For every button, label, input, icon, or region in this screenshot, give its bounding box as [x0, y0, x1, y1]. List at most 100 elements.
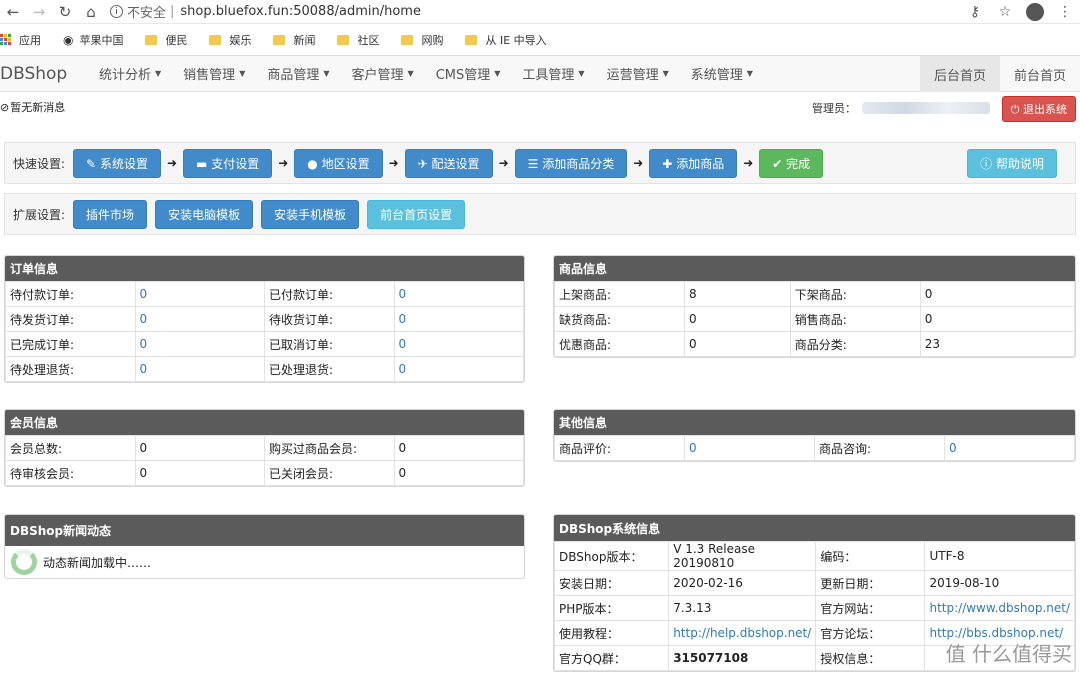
arrow-right-icon: ➜ — [498, 156, 509, 170]
cell-label: 已处理退货: — [264, 356, 395, 382]
cell-value: 8 — [684, 281, 791, 307]
cell-value-link[interactable]: 0 — [134, 281, 265, 307]
bookmark-folder[interactable]: 社区 — [337, 32, 379, 48]
bookmark-folder[interactable]: 网购 — [401, 32, 443, 48]
forward-icon[interactable]: → — [26, 3, 52, 21]
menu-cms[interactable]: CMS管理 ▼ — [425, 64, 512, 83]
menu-goods[interactable]: 商品管理 ▼ — [256, 64, 340, 83]
menu-label: 运营管理 — [606, 68, 659, 83]
cell-label: PHP版本： — [553, 595, 670, 621]
bookmark-folder[interactable]: 娱乐 — [209, 32, 251, 48]
cell-value-link[interactable]: 0 — [134, 356, 265, 382]
cell-value: 0 — [684, 306, 791, 332]
list-icon: ☰ — [527, 156, 539, 171]
cell-label: 更新日期： — [815, 570, 926, 596]
menu-sales[interactable]: 销售管理 ▼ — [172, 64, 256, 83]
cell-value-link[interactable]: 0 — [684, 435, 815, 461]
back-icon[interactable]: ← — [0, 3, 26, 21]
menu-operations[interactable]: 运营管理 ▼ — [596, 64, 680, 83]
cell-label: 已取消订单: — [264, 331, 395, 357]
arrow-right-icon: ➜ — [278, 156, 289, 170]
help-button[interactable]: ⓘ 帮助说明 — [967, 148, 1057, 178]
shipping-settings-button[interactable]: ✈ 配送设置 — [404, 148, 493, 178]
menu-icon[interactable]: ⋮ — [1050, 4, 1080, 20]
cell-value-link[interactable]: 0 — [944, 435, 1075, 461]
bookmark-label: 苹果中国 — [79, 33, 124, 47]
done-button[interactable]: ✔ 完成 — [759, 148, 824, 178]
tab-front-home[interactable]: 前台首页 — [1000, 56, 1080, 92]
cell-label: 官方论坛： — [815, 620, 926, 646]
tab-admin-home[interactable]: 后台首页 — [919, 56, 1000, 92]
menu-label: 系统管理 — [690, 68, 743, 83]
loading-spinner-icon — [11, 549, 37, 575]
bookmark-folder[interactable]: 新闻 — [273, 32, 315, 48]
cell-label: 待收货订单: — [264, 306, 395, 332]
table-row: PHP版本： 7.3.13 官方网站： http://www.dbshop.net/ — [553, 595, 1075, 621]
system-settings-button[interactable]: ✎ 系统设置 — [73, 148, 161, 178]
install-pc-template-button[interactable]: 安装电脑模板 — [155, 199, 254, 229]
reload-icon[interactable]: ↻ — [52, 3, 78, 21]
info-circle-icon: ⓘ — [980, 156, 993, 171]
bookmark-folder[interactable]: 从 IE 中导入 — [465, 32, 547, 48]
cell-value-link[interactable]: 0 — [134, 306, 265, 332]
cell-label: 商品评价: — [554, 435, 685, 461]
menu-tools[interactable]: 工具管理 ▼ — [511, 64, 595, 83]
arrow-right-icon: ➜ — [166, 156, 178, 170]
cell-value: 2020-02-16 — [668, 570, 817, 596]
add-category-button[interactable]: ☰ 添加商品分类 — [514, 148, 628, 178]
cell-value: 0 — [393, 435, 524, 461]
members-table: 会员总数: 0 购买过商品会员: 0 待审核会员: 0 已关闭会员: 0 — [5, 435, 524, 486]
bookmark-apps[interactable]: 应用 — [0, 32, 41, 48]
profile-icon[interactable] — [1026, 2, 1044, 21]
bookmark-label: 娱乐 — [229, 33, 252, 47]
home-icon[interactable]: ⌂ — [78, 3, 104, 21]
brand-logo[interactable]: DBShop — [0, 64, 88, 84]
table-row: 商品评价: 0 商品咨询: 0 — [554, 435, 1075, 461]
address-bar[interactable]: i 不安全 | shop.bluefox.fun:50088/admin/hom… — [110, 1, 960, 23]
folder-icon — [273, 34, 286, 45]
cell-value-link[interactable]: 0 — [134, 331, 265, 357]
info-icon[interactable]: i — [110, 5, 123, 18]
insecure-label: 不安全 — [127, 6, 167, 21]
menu-label: 客户管理 — [351, 68, 404, 83]
region-settings-button[interactable]: ● 地区设置 — [294, 148, 383, 178]
plugin-market-button[interactable]: 插件市场 — [73, 199, 148, 229]
menu-system[interactable]: 系统管理 ▼ — [680, 64, 764, 83]
ban-icon: ⊘ — [0, 100, 10, 114]
key-icon[interactable]: ⚷ — [960, 4, 990, 20]
main-menu: 统计分析 ▼ 销售管理 ▼ 商品管理 ▼ 客户管理 ▼ CMS管理 ▼ 工具管理 ▼ 运营管… — [88, 64, 764, 83]
menu-stats[interactable]: 统计分析 ▼ — [88, 64, 172, 83]
bookmark-folder[interactable]: 便民 — [145, 32, 187, 48]
cell-value: 7.3.13 — [668, 595, 817, 621]
bookmark-label: 应用 — [19, 33, 41, 47]
cell-value-link[interactable]: 0 — [393, 356, 524, 382]
add-goods-button[interactable]: ✚ 添加商品 — [649, 148, 738, 178]
panel-title: DBShop新闻动态 — [5, 515, 524, 546]
bookmark-apple[interactable]: ◉ 苹果中国 — [63, 32, 123, 48]
payment-settings-button[interactable]: ▬ 支付设置 — [183, 148, 273, 178]
cell-label: 商品咨询: — [814, 435, 945, 461]
panel-title: 订单信息 — [5, 256, 524, 281]
members-panel: 会员信息 会员总数: 0 购买过商品会员: 0 待审核会员: 0 已关闭会员: 0 — [4, 409, 525, 487]
cell-value-link[interactable]: 0 — [393, 331, 524, 357]
menu-customers[interactable]: 客户管理 ▼ — [341, 64, 425, 83]
url-text[interactable]: shop.bluefox.fun:50088/admin/home — [180, 4, 421, 19]
logout-button[interactable]: ⏻ 退出系统 — [1001, 96, 1076, 122]
bookmark-label: 新闻 — [293, 33, 316, 47]
tutorial-link[interactable]: http://help.dbshop.net/ — [668, 620, 817, 646]
install-mobile-template-button[interactable]: 安装手机模板 — [261, 199, 360, 229]
official-site-link[interactable]: http://www.dbshop.net/ — [924, 595, 1075, 621]
message-bar: ⊘ 暂无新消息 管理员： ⏻ 退出系统 — [0, 92, 1080, 122]
goods-panel: 商品信息 上架商品: 8 下架商品: 0 缺货商品: 0 销售商品: 0 优惠商品: 0 商品分… — [553, 255, 1076, 358]
cell-label: 会员总数: — [5, 435, 136, 461]
front-home-settings-button[interactable]: 前台首页设置 — [367, 199, 466, 229]
menu-label: 工具管理 — [522, 68, 575, 83]
admin-name-redacted — [862, 102, 990, 114]
cell-value: V 1.3 Release 20190810 — [668, 541, 817, 571]
cell-value-link[interactable]: 0 — [393, 306, 524, 332]
power-icon: ⏻ — [1010, 103, 1020, 116]
plane-icon: ✈ — [417, 156, 428, 171]
button-label: 添加商品分类 — [542, 156, 615, 171]
star-icon[interactable]: ☆ — [990, 4, 1020, 20]
cell-value-link[interactable]: 0 — [393, 281, 524, 307]
